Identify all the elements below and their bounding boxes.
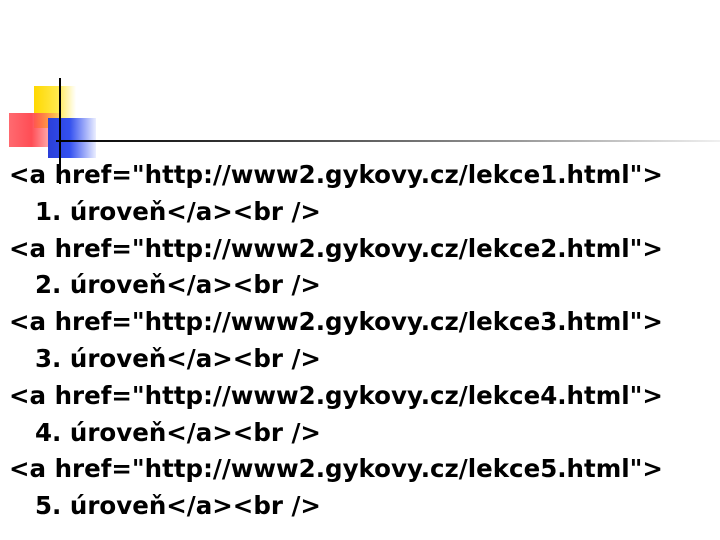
anchor-tag-line: <a href="http://www2.gykovy.cz/lekce3.ht… — [9, 307, 663, 337]
anchor-tag-line: <a href="http://www2.gykovy.cz/lekce1.ht… — [9, 160, 663, 189]
anchor-tag-line: <a href="http://www2.gykovy.cz/lekce5.ht… — [9, 454, 663, 484]
code-entry-1: <a href="http://www2.gykovy.cz/lekce1.ht… — [9, 157, 714, 231]
slide-decoration — [0, 0, 720, 184]
code-entry-5: <a href="http://www2.gykovy.cz/lekce5.ht… — [9, 451, 714, 525]
title-underline-rule — [56, 140, 720, 142]
code-entry-4: <a href="http://www2.gykovy.cz/lekce4.ht… — [9, 378, 714, 452]
anchor-tag-line: <a href="http://www2.gykovy.cz/lekce2.ht… — [9, 233, 663, 263]
anchor-tag-line: <a href="http://www2.gykovy.cz/lekce4.ht… — [9, 380, 663, 410]
code-listing: <a href="http://www2.gykovy.cz/lekce1.ht… — [9, 157, 714, 525]
blue-square-decoration — [48, 118, 96, 158]
code-entry-2: <a href="http://www2.gykovy.cz/lekce2.ht… — [9, 231, 714, 305]
code-entry-3: <a href="http://www2.gykovy.cz/lekce3.ht… — [9, 304, 714, 378]
anchor-text-line: 4. úroveň</a><br /> — [35, 417, 321, 447]
anchor-text-line: 5. úroveň</a><br /> — [35, 491, 321, 521]
anchor-text-line: 1. úroveň</a><br /> — [35, 196, 321, 226]
anchor-text-line: 2. úroveň</a><br /> — [35, 270, 321, 300]
anchor-text-line: 3. úroveň</a><br /> — [35, 343, 321, 373]
